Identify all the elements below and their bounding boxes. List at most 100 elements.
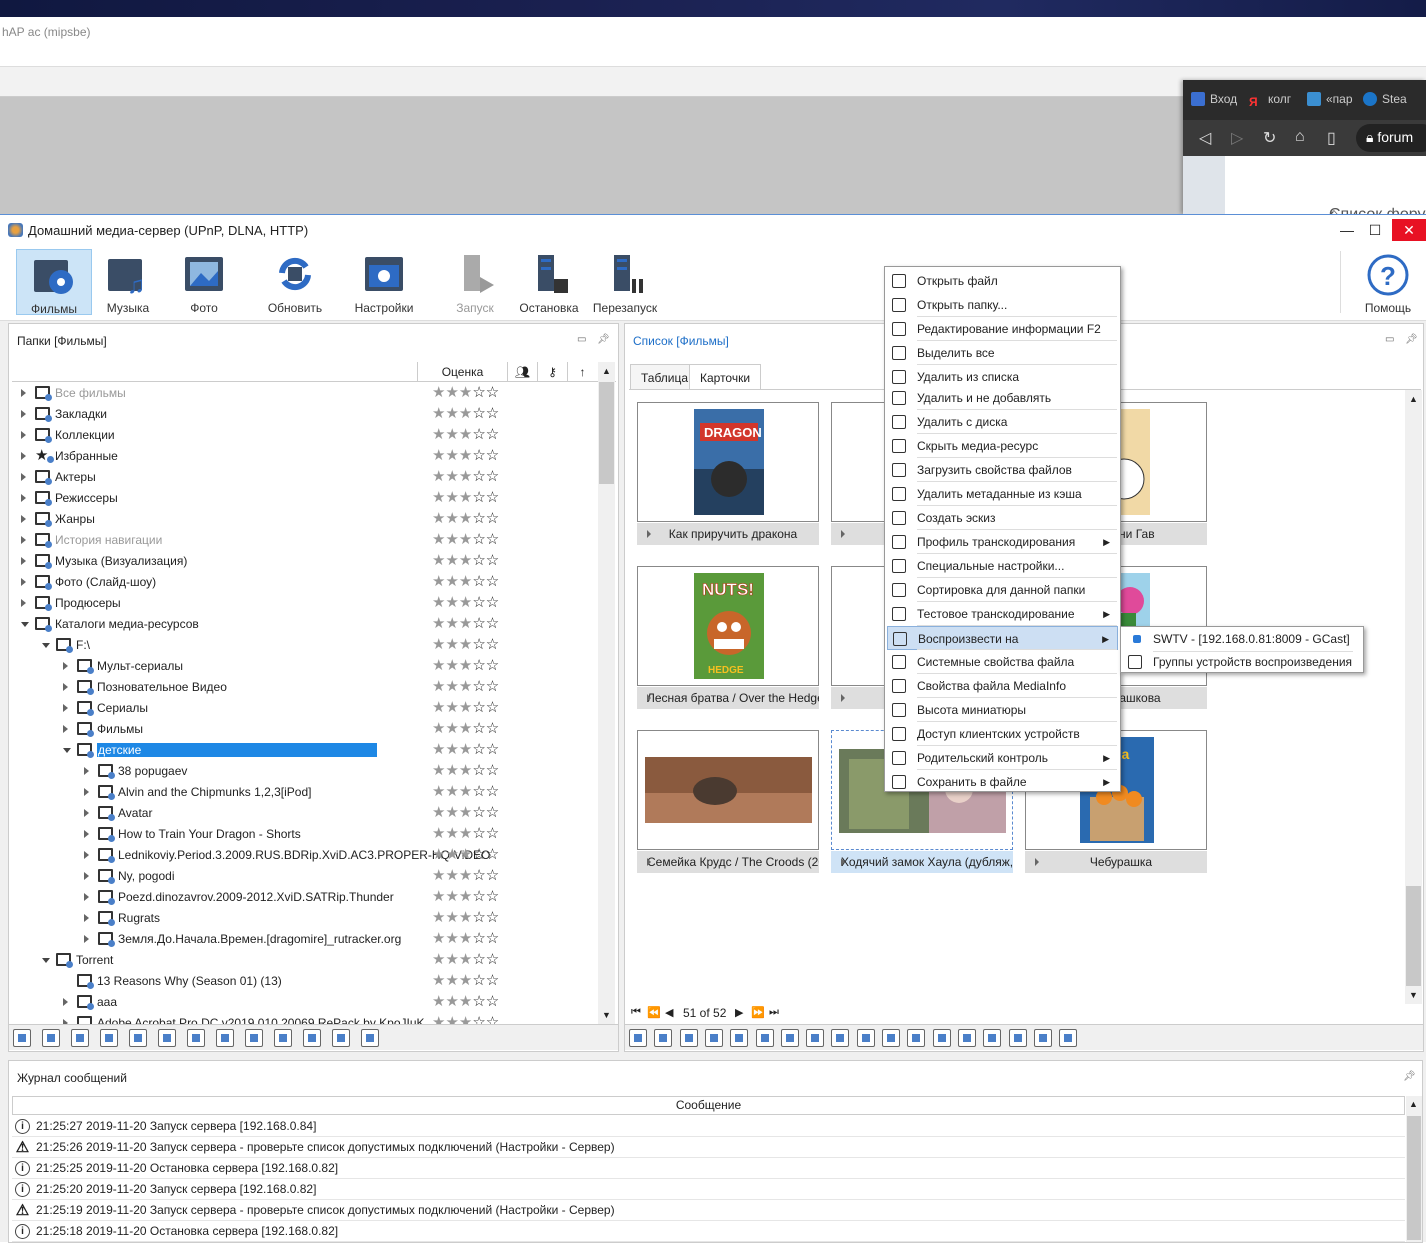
toolbar-action-icon[interactable] <box>704 1029 723 1047</box>
tree-row[interactable]: Все фильмы ★★★☆☆ <box>12 383 602 404</box>
tree-row[interactable]: Alvin and the Chipmunks 1,2,3[iPod] ★★★☆☆ <box>12 782 602 803</box>
rating-stars[interactable]: ★★★☆☆ <box>432 867 499 885</box>
toolbar-action-icon[interactable] <box>831 1029 850 1047</box>
menu-item[interactable]: Открыть папку... <box>887 293 1118 317</box>
next-page-icon[interactable]: ▶ <box>735 1006 743 1019</box>
rating-stars[interactable]: ★★★☆☆ <box>432 888 499 906</box>
tree-row[interactable]: Продюсеры ★★★☆☆ <box>12 593 602 614</box>
users-column-icon[interactable]: 👥︎ <box>507 362 537 382</box>
expand-arrow-icon[interactable] <box>63 662 68 670</box>
browser-tab[interactable]: Вход <box>1191 92 1241 112</box>
toolbar-action-icon[interactable] <box>755 1029 774 1047</box>
expand-arrow-icon[interactable] <box>63 704 68 712</box>
message-column-header[interactable]: Сообщение <box>12 1096 1405 1115</box>
rating-stars[interactable]: ★★★☆☆ <box>432 993 499 1011</box>
submenu-item-device-groups[interactable]: Группы устройств воспроизведения <box>1123 650 1354 674</box>
expand-arrow-icon[interactable] <box>84 788 89 796</box>
card-label[interactable]: Чебурашка <box>1025 851 1207 873</box>
rating-stars[interactable]: ★★★☆☆ <box>432 825 499 843</box>
menu-item[interactable]: Редактирование информации F2 <box>887 317 1118 341</box>
toolbar-action-icon[interactable] <box>1059 1029 1078 1047</box>
close-button[interactable]: ✕ <box>1392 219 1426 241</box>
journal-row[interactable]: ⚠ 21:25:26 2019-11-20 Запуск сервера - пр… <box>12 1137 1405 1158</box>
reload-icon[interactable]: ↻ <box>1263 128 1276 148</box>
tree-row[interactable]: Ny, pogodi ★★★☆☆ <box>12 866 602 887</box>
menu-item[interactable]: Сохранить в файле ▶ <box>887 770 1118 794</box>
tree-row[interactable]: Фильмы ★★★☆☆ <box>12 719 602 740</box>
toolbar-action-icon[interactable] <box>1008 1029 1027 1047</box>
cards-scrollbar[interactable]: ▲ ▼ <box>1405 390 1422 1004</box>
menu-item[interactable]: Высота миниатюры <box>887 698 1118 722</box>
expand-arrow-icon[interactable] <box>21 515 26 523</box>
refresh-button[interactable]: Обновить <box>262 249 328 315</box>
key-column-icon[interactable]: ⚷ <box>537 362 567 382</box>
panel-pin-icon[interactable]: 📌︎ <box>597 334 610 345</box>
journal-row[interactable]: i 21:25:27 2019-11-20 Запуск сервера [192… <box>12 1116 1405 1137</box>
rating-stars[interactable]: ★★★☆☆ <box>432 720 499 738</box>
tree-row[interactable]: How to Train Your Dragon - Shorts ★★★☆☆ <box>12 824 602 845</box>
card-label[interactable]: Семейка Крудс / The Croods (2013) <box>637 851 819 873</box>
rating-stars[interactable]: ★★★☆☆ <box>432 489 499 507</box>
toolbar-action-icon[interactable] <box>274 1029 292 1047</box>
card-label[interactable]: Лесная братва / Over the Hedge <box>637 687 819 709</box>
tree-row-selected[interactable]: детские ★★★☆☆ <box>12 740 602 761</box>
minimize-button[interactable]: — <box>1332 219 1362 241</box>
card-label-selected[interactable]: Ходячий замок Хаула (дубляж, 2004) <box>831 851 1013 873</box>
rating-stars[interactable]: ★★★☆☆ <box>432 762 499 780</box>
scroll-up-icon[interactable]: ▲ <box>602 366 611 376</box>
browser-tab[interactable]: Яколг <box>1249 92 1299 112</box>
rating-stars[interactable]: ★★★☆☆ <box>432 951 499 969</box>
browser-tab[interactable]: «пар <box>1307 92 1357 112</box>
expand-arrow-icon[interactable] <box>21 473 26 481</box>
tree-row[interactable]: Сериалы ★★★☆☆ <box>12 698 602 719</box>
tree-row[interactable]: ★ Избранные ★★★☆☆ <box>12 446 602 467</box>
expand-arrow-icon[interactable] <box>21 389 26 397</box>
rating-stars[interactable]: ★★★☆☆ <box>432 405 499 423</box>
expand-arrow-icon[interactable] <box>84 830 89 838</box>
menu-item[interactable]: Выделить все <box>887 341 1118 365</box>
expand-arrow-icon[interactable] <box>21 578 26 586</box>
toolbar-action-icon[interactable] <box>882 1029 900 1047</box>
forward-icon[interactable]: ▷ <box>1231 128 1243 148</box>
toolbar-action-icon[interactable] <box>187 1029 205 1047</box>
next-page-group-icon[interactable]: ⏩ <box>751 1006 765 1019</box>
tree-row[interactable]: Земля.До.Начала.Времен.[dragomire]_rutra… <box>12 929 602 950</box>
toolbar-action-icon[interactable] <box>730 1029 749 1047</box>
toolbar-action-icon[interactable] <box>679 1029 698 1047</box>
toolbar-action-icon[interactable] <box>100 1029 118 1047</box>
expand-arrow-icon[interactable] <box>21 494 26 502</box>
expand-arrow-icon[interactable] <box>63 998 68 1006</box>
rating-stars[interactable]: ★★★☆☆ <box>432 426 499 444</box>
toolbar-action-icon[interactable] <box>629 1029 647 1047</box>
sort-column-icon[interactable]: ↑ <box>567 362 597 382</box>
rating-stars[interactable]: ★★★☆☆ <box>432 846 499 864</box>
expand-arrow-icon[interactable] <box>84 914 89 922</box>
expand-arrow-icon[interactable] <box>84 935 89 943</box>
expand-arrow-icon[interactable] <box>84 893 89 901</box>
rating-stars[interactable]: ★★★☆☆ <box>432 573 499 591</box>
expand-arrow-icon[interactable] <box>84 767 89 775</box>
expand-arrow-icon[interactable] <box>21 536 26 544</box>
home-icon[interactable]: ⌂ <box>1295 128 1305 146</box>
menu-item[interactable]: Системные свойства файла <box>887 650 1118 674</box>
menu-item[interactable]: Удалить с диска <box>887 410 1118 434</box>
menu-item[interactable]: Скрыть медиа-ресурс <box>887 434 1118 458</box>
tree-row[interactable]: Коллекции ★★★☆☆ <box>12 425 602 446</box>
photo-button[interactable]: Фото <box>176 249 232 315</box>
tree-row[interactable]: Каталоги медиа-ресурсов ★★★☆☆ <box>12 614 602 635</box>
rating-stars[interactable]: ★★★☆☆ <box>432 531 499 549</box>
card-label[interactable]: Как приручить дракона <box>637 523 819 545</box>
toolbar-action-icon[interactable] <box>654 1029 673 1047</box>
rating-stars[interactable]: ★★★☆☆ <box>432 552 499 570</box>
films-button[interactable]: Фильмы <box>16 249 92 316</box>
menu-item[interactable]: Специальные настройки... <box>887 554 1118 578</box>
rating-stars[interactable]: ★★★☆☆ <box>432 909 499 927</box>
expand-arrow-icon[interactable] <box>21 410 26 418</box>
help-button[interactable]: ? Помощь <box>1358 249 1418 315</box>
menu-item[interactable]: Сортировка для данной папки <box>887 578 1118 602</box>
tree-row[interactable]: Фото (Слайд-шоу) ★★★☆☆ <box>12 572 602 593</box>
bookmark-icon[interactable]: ▯ <box>1327 128 1336 148</box>
collapse-arrow-icon[interactable] <box>63 748 71 753</box>
stop-button[interactable]: Остановка <box>516 249 582 315</box>
rating-stars[interactable]: ★★★☆☆ <box>432 930 499 948</box>
